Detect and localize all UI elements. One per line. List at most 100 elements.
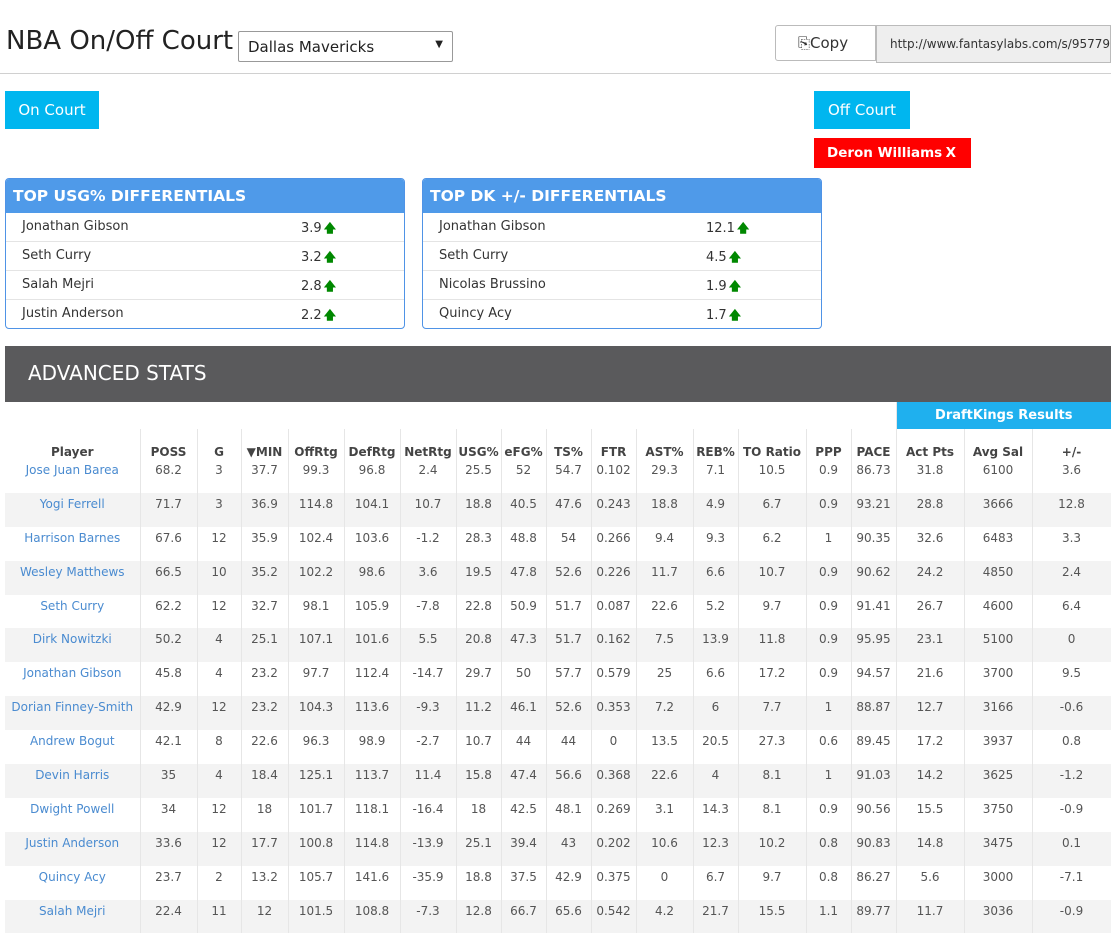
cell-netrtg: -9.3 <box>400 696 457 731</box>
cell-poss: 50.2 <box>140 628 198 663</box>
cell-avg-sal: 5100 <box>964 628 1033 663</box>
table-row: Andrew Bogut 42.1 8 22.6 96.3 98.9 -2.7 10.7 44 4… <box>5 730 1111 765</box>
cell-offrtg: 102.2 <box>288 560 345 595</box>
column-header-plus-minus[interactable]: +/- <box>1032 429 1111 459</box>
column-header-poss[interactable]: POSS <box>140 429 198 459</box>
column-header-efg[interactable]: eFG% <box>501 429 547 459</box>
column-header-netrtg[interactable]: NetRtg <box>400 429 457 459</box>
player-name[interactable]: Nicolas Brussino <box>439 277 546 292</box>
cell-g: 12 <box>197 797 242 832</box>
cell-player[interactable]: Dorian Finney-Smith <box>5 696 141 731</box>
cell-ts: 44 <box>546 730 592 765</box>
team-select-value: Dallas Mavericks <box>248 38 375 56</box>
cell-player[interactable]: Justin Anderson <box>5 831 141 866</box>
column-header-player[interactable]: Player <box>5 429 141 459</box>
cell-act-pts: 17.2 <box>895 730 965 765</box>
cell-avg-sal: 3750 <box>964 797 1033 832</box>
player-name[interactable]: Seth Curry <box>22 248 91 263</box>
off-court-button[interactable]: Off Court <box>814 91 910 129</box>
cell-to-ratio: 9.7 <box>738 594 807 629</box>
column-header-ftr[interactable]: FTR <box>591 429 637 459</box>
cell-offrtg: 107.1 <box>288 628 345 663</box>
cell-avg-sal: 4850 <box>964 560 1033 595</box>
on-court-button[interactable]: On Court <box>5 91 99 129</box>
cell-player[interactable]: Andrew Bogut <box>5 730 141 765</box>
player-name[interactable]: Jonathan Gibson <box>439 219 546 234</box>
cell-offrtg: 100.8 <box>288 831 345 866</box>
cell-act-pts: 5.6 <box>895 865 965 900</box>
cell-usg: 20.8 <box>456 628 502 663</box>
player-name[interactable]: Quincy Acy <box>439 306 512 321</box>
cell-player[interactable]: Yogi Ferrell <box>5 492 141 527</box>
cell-defrtg: 118.1 <box>344 797 401 832</box>
cell-ppp: 0.9 <box>806 662 852 697</box>
cell-ppp: 1 <box>806 764 852 798</box>
cell-usg: 25.1 <box>456 831 502 866</box>
cell-avg-sal: 3036 <box>964 899 1033 933</box>
cell-efg: 50 <box>501 662 547 697</box>
column-header-offrtg[interactable]: OffRtg <box>288 429 345 459</box>
column-header-ppp[interactable]: PPP <box>806 429 852 459</box>
table-row: Harrison Barnes 67.6 12 35.9 102.4 103.6 -1.2 2… <box>5 526 1111 561</box>
column-header-act-pts[interactable]: Act Pts <box>895 429 965 459</box>
column-header-ts[interactable]: TS% <box>546 429 592 459</box>
column-header-min[interactable]: ▼MIN <box>241 429 289 459</box>
cell-poss: 45.8 <box>140 662 198 697</box>
column-header-pace[interactable]: PACE <box>851 429 897 459</box>
player-name[interactable]: Justin Anderson <box>22 306 124 321</box>
player-name[interactable]: Seth Curry <box>439 248 508 263</box>
player-name[interactable]: Jonathan Gibson <box>22 219 129 234</box>
cell-player[interactable]: Jonathan Gibson <box>5 662 141 697</box>
cell-player[interactable]: Seth Curry <box>5 594 141 629</box>
cell-player[interactable]: Harrison Barnes <box>5 526 141 561</box>
column-header-avg-sal[interactable]: Avg Sal <box>964 429 1033 459</box>
cell-pace: 89.45 <box>851 730 897 765</box>
column-header-defrtg[interactable]: DefRtg <box>344 429 401 459</box>
column-header-ast[interactable]: AST% <box>636 429 694 459</box>
cell-netrtg: -2.7 <box>400 730 457 765</box>
share-url-field[interactable]: http://www.fantasylabs.com/s/95779B <box>876 25 1111 63</box>
cell-defrtg: 141.6 <box>344 865 401 900</box>
arrow-up-icon: 🡅 <box>323 308 337 322</box>
cell-ppp: 0.8 <box>806 831 852 866</box>
copy-button[interactable]: ⎘Copy <box>775 25 876 61</box>
cell-ast: 10.6 <box>636 831 694 866</box>
differential-value: 2.8 🡅 <box>301 277 336 298</box>
cell-netrtg: 3.6 <box>400 560 457 595</box>
cell-ts: 42.9 <box>546 865 592 900</box>
cell-pace: 88.87 <box>851 696 897 731</box>
column-header-to-ratio[interactable]: TO Ratio <box>738 429 807 459</box>
advanced-stats-table: DraftKings Results Player POSS G ▼MIN OffRtg… <box>5 402 1111 933</box>
team-select[interactable]: Dallas Mavericks ▼ <box>238 31 453 62</box>
cell-ppp: 0.9 <box>806 594 852 629</box>
cell-avg-sal: 3937 <box>964 730 1033 765</box>
cell-poss: 62.2 <box>140 594 198 629</box>
column-header-reb[interactable]: REB% <box>693 429 739 459</box>
dk-differentials-panel: TOP DK +/- DIFFERENTIALS Jonathan Gibson… <box>422 178 822 329</box>
cell-player[interactable]: Jose Juan Barea <box>5 459 141 493</box>
cell-defrtg: 96.8 <box>344 459 401 493</box>
column-header-g[interactable]: G <box>197 429 242 459</box>
cell-player[interactable]: Dirk Nowitzki <box>5 628 141 663</box>
cell-player[interactable]: Wesley Matthews <box>5 560 141 595</box>
table-row: Justin Anderson 33.6 12 17.7 100.8 114.8 -13.9… <box>5 831 1111 866</box>
player-name[interactable]: Salah Mejri <box>22 277 94 292</box>
differential-value: 3.9 🡅 <box>301 219 336 240</box>
cell-plus-minus: -0.9 <box>1032 797 1111 832</box>
advanced-stats-table-wrap: DraftKings Results Player POSS G ▼MIN OffRtg… <box>5 402 1111 933</box>
cell-efg: 40.5 <box>501 492 547 527</box>
differential-value: 12.1 🡅 <box>706 219 749 240</box>
cell-player[interactable]: Salah Mejri <box>5 899 141 933</box>
cell-min: 13.2 <box>241 865 289 900</box>
cell-player[interactable]: Quincy Acy <box>5 865 141 900</box>
cell-min: 23.2 <box>241 662 289 697</box>
cell-ts: 65.6 <box>546 899 592 933</box>
cell-g: 4 <box>197 662 242 697</box>
column-header-usg[interactable]: USG% <box>456 429 502 459</box>
cell-reb: 6.6 <box>693 560 739 595</box>
cell-g: 10 <box>197 560 242 595</box>
cell-player[interactable]: Devin Harris <box>5 764 141 798</box>
remove-player-button[interactable]: X <box>946 145 956 161</box>
cell-g: 2 <box>197 865 242 900</box>
cell-player[interactable]: Dwight Powell <box>5 797 141 832</box>
